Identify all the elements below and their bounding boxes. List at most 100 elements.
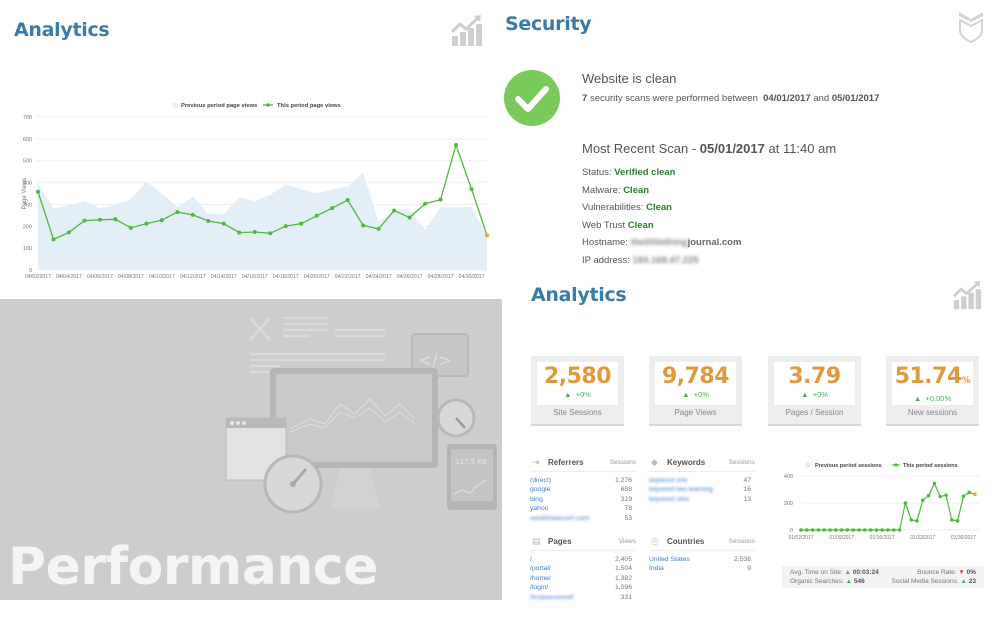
stat-number: 9,784 <box>661 364 730 389</box>
table-row-value: 16 <box>743 486 751 494</box>
scan-row-value: Clean <box>627 219 654 231</box>
tablet-icon: 127.5 KB <box>447 444 497 510</box>
stat-card-body: 9,784 ▲ +0% <box>655 362 736 405</box>
data-point <box>839 528 844 532</box>
stat-delta: ▲ +0% <box>537 390 618 399</box>
table-row-link[interactable]: /home/ <box>530 575 551 582</box>
data-point <box>886 528 890 532</box>
security-title: Security <box>505 13 592 35</box>
x-tick-label: 04/28/2017 <box>428 274 454 280</box>
data-point <box>967 490 971 495</box>
data-point <box>128 225 133 230</box>
data-point <box>892 528 896 532</box>
stopwatch-icon <box>436 398 476 438</box>
stat-card-pages-per-session[interactable]: 3.79 ▲ +0% Pages / Session <box>768 356 861 426</box>
performance-panel[interactable]: </> 127.5 KB Performance <box>0 299 502 600</box>
legend-marker-this <box>266 103 270 107</box>
table-row-link[interactable]: keyword two learning <box>649 486 713 493</box>
pages-table: ▤ Pages Views / 2,405/portal/1,504/home/1… <box>530 535 636 602</box>
shield-icon <box>957 10 985 48</box>
y-tick-label: 700 <box>23 115 32 121</box>
table-row: United States 2,536 <box>649 555 755 564</box>
stat-delta-value: +0% <box>812 390 828 399</box>
page-icon: ▤ <box>532 536 541 546</box>
table-row-link[interactable]: /portal/ <box>530 565 551 572</box>
table-row-link[interactable]: yahoo <box>530 505 549 512</box>
data-point <box>961 494 966 499</box>
table-row-link[interactable]: /lostpassword/ <box>530 594 573 601</box>
stat-value: 9,784 <box>655 364 736 390</box>
table-row-link[interactable]: sendsharecom.com <box>530 515 589 522</box>
table-row-value: 47 <box>743 477 751 484</box>
table-row-link[interactable]: (direct) <box>530 477 551 484</box>
x-tick-label: 01/09/2017 <box>829 535 854 541</box>
data-point <box>252 229 257 234</box>
table-row: /login/1,096 <box>530 583 636 592</box>
code-lines-decor <box>249 316 385 374</box>
data-point <box>828 528 832 532</box>
stat-delta: ▲ +0% <box>655 390 736 399</box>
x-tick-label: 04/10/2017 <box>149 274 175 280</box>
table-row-link[interactable]: United States <box>649 556 690 563</box>
data-point <box>407 215 412 220</box>
data-point <box>950 518 954 522</box>
tag-icon: ◆ <box>651 457 658 467</box>
page-views-chart: 0100200300400500600700Page Views04/02/20… <box>22 102 489 280</box>
table-row-link[interactable]: keyword one <box>649 477 688 484</box>
table-row-link[interactable]: / <box>530 556 532 563</box>
x-tick-label: 04/08/2017 <box>118 274 144 280</box>
up-arrow-icon: ▲ <box>682 390 690 399</box>
stat-suffix: % <box>961 376 971 386</box>
data-point <box>345 198 350 203</box>
stat-card-page-views[interactable]: 9,784 ▲ +0% Page Views <box>649 356 742 426</box>
table-row: /portal/1,504 <box>530 564 636 573</box>
y-tick-label: 500 <box>23 159 32 165</box>
stat-label: Site Sessions <box>553 408 602 417</box>
scan-row-value: Clean <box>623 184 650 196</box>
data-point <box>485 233 489 238</box>
stat-label: Avg. Time on Site: <box>790 569 843 576</box>
scan-row-malware: Malware: Clean <box>582 182 741 200</box>
stat-number: 2,580 <box>543 364 612 389</box>
scan-row-label: Web Trust <box>582 219 626 231</box>
stat-card-site-sessions[interactable]: 2,580 ▲ +0% Site Sessions <box>531 356 624 426</box>
table-row-link[interactable]: google <box>530 486 550 493</box>
x-tick-label: 04/24/2017 <box>366 274 392 280</box>
hostname-suffix: journal.com <box>687 237 742 248</box>
x-tick-label: 01/30/2017 <box>951 535 976 541</box>
scan-row-label: Status: <box>582 167 612 178</box>
table-row-value: 319 <box>620 495 632 503</box>
data-point <box>874 528 879 532</box>
stat-number: 51.74 <box>894 364 963 389</box>
x-tick-label: 04/12/2017 <box>180 274 206 280</box>
performance-title: Performance <box>8 537 378 597</box>
table-column-header: Sessions <box>609 459 636 466</box>
table-row-link[interactable]: keyword ohio <box>649 496 689 503</box>
table-row-link[interactable]: bing <box>530 496 543 503</box>
table-row-link[interactable]: /login/ <box>530 584 548 591</box>
data-point <box>51 237 56 242</box>
stat-label: Organic Searches: <box>790 578 844 585</box>
table-column-header: Views <box>618 538 636 545</box>
sessions-chart: 0 200 400 01/02/2017 01/09/2017 01/16/2017 01/… <box>784 462 979 541</box>
y-axis-label: Page Views <box>22 178 28 210</box>
scan-details: Status: Verified clean Malware: Clean Vu… <box>582 164 741 269</box>
table-title: Keywords <box>667 458 706 467</box>
data-point <box>822 528 826 532</box>
x-tick-label: 01/16/2017 <box>870 535 895 541</box>
data-point <box>973 492 977 497</box>
table-row-link[interactable]: India <box>649 565 664 572</box>
hostname-blurred: thelittlething <box>630 237 688 248</box>
stat-label: Bounce Rate: <box>917 569 957 576</box>
table-row-value: 1,504 <box>614 565 632 573</box>
data-point <box>926 493 931 498</box>
stat-card-body: 2,580 ▲ +0% <box>537 362 618 405</box>
stat-card-new-sessions[interactable]: 51.74% ▲ +0.00% New sessions <box>886 356 979 426</box>
data-point <box>845 528 850 532</box>
y-tick-label: 200 <box>23 224 32 230</box>
performance-illustration: </> 127.5 KB <box>225 316 497 514</box>
data-point <box>97 217 102 222</box>
stat-card-body: 3.79 ▲ +0% <box>774 362 855 405</box>
table-row: keyword ohio 13 <box>649 495 755 504</box>
analytics-chart-icon <box>450 14 482 52</box>
